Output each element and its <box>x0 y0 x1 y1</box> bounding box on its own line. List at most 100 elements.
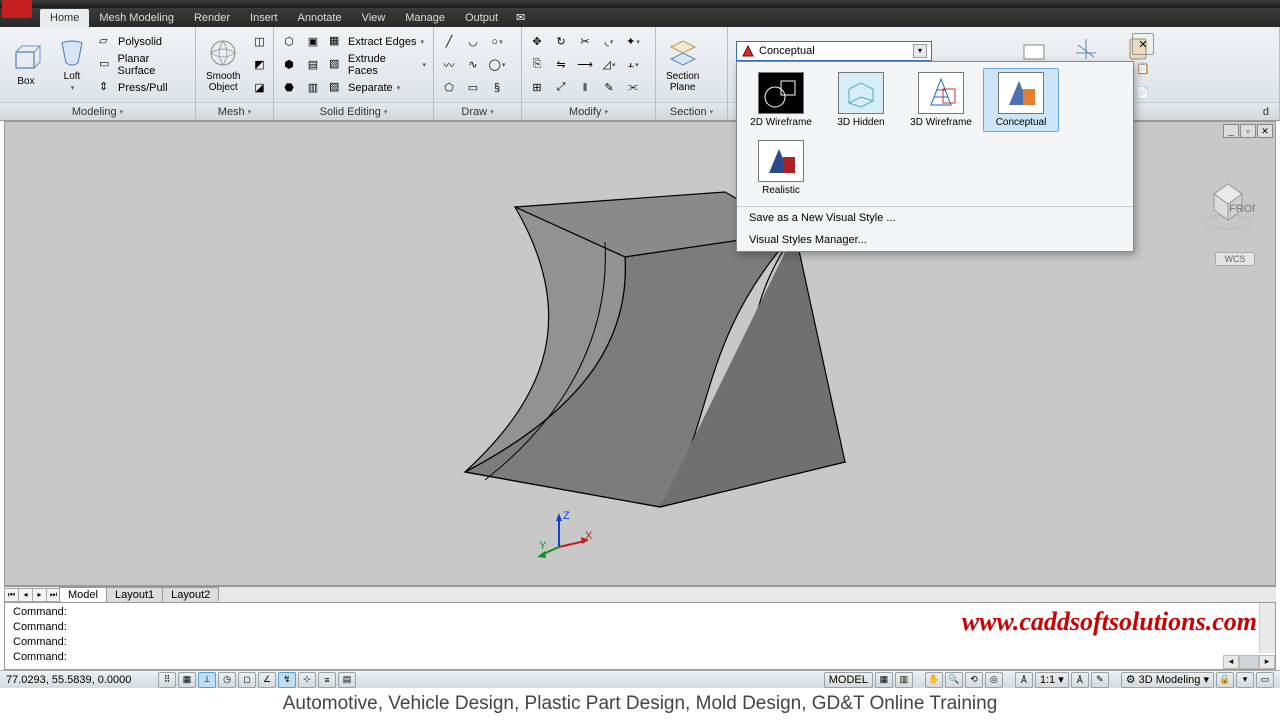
ortho-button[interactable]: ⟂ <box>198 672 216 688</box>
close-panel-button[interactable]: ✕ <box>1132 33 1154 55</box>
move-button[interactable]: ✥ <box>526 31 548 53</box>
separate-button[interactable]: ▨Separate▾ <box>326 77 429 99</box>
section-plane-button[interactable]: Section Plane <box>660 35 705 95</box>
menu-manage[interactable]: Manage <box>395 9 455 27</box>
lock-ui-button[interactable]: 🔒 <box>1216 672 1234 688</box>
menu-output[interactable]: Output <box>455 9 508 27</box>
vs-manager[interactable]: Visual Styles Manager... <box>737 229 1133 251</box>
polysolid-button[interactable]: ▱Polysolid <box>96 31 191 53</box>
vs-realistic[interactable]: Realistic <box>743 136 819 200</box>
workspace-switch[interactable]: ⚙ 3D Modeling ▾ <box>1121 672 1214 688</box>
tab-next-button[interactable]: ▸ <box>32 588 47 602</box>
spline-button[interactable]: ∿ <box>462 54 484 76</box>
orbit-button[interactable]: ⟲ <box>965 672 983 688</box>
explode-button[interactable]: ✦▾ <box>622 31 644 53</box>
tab-layout1[interactable]: Layout1 <box>106 587 163 602</box>
ducs-button[interactable]: ↯ <box>278 672 296 688</box>
zoom-button[interactable]: 🔍 <box>945 672 963 688</box>
chamfer-button[interactable]: ◿▾ <box>598 54 620 76</box>
vs-2d-wireframe[interactable]: 2D Wireframe <box>743 68 819 132</box>
tab-prev-button[interactable]: ◂ <box>18 588 33 602</box>
pan-button[interactable]: ✋ <box>925 672 943 688</box>
qp-button[interactable]: ▤ <box>338 672 356 688</box>
cmd-hscroll-left[interactable]: ◂ <box>1223 655 1239 669</box>
quickview-button[interactable]: ▥ <box>895 672 913 688</box>
cmd-hscroll-thumb[interactable] <box>1239 655 1259 669</box>
mesh-tool-2[interactable]: ◩ <box>248 54 270 76</box>
tab-layout2[interactable]: Layout2 <box>162 587 219 602</box>
mesh-tool-1[interactable]: ◫ <box>248 31 270 53</box>
annovis-button[interactable]: Å <box>1071 672 1089 688</box>
wcs-badge[interactable]: WCS <box>1215 252 1255 266</box>
scale-button[interactable]: ⤢ <box>550 77 572 99</box>
grid-button[interactable]: ▦ <box>178 672 196 688</box>
vs-save-new[interactable]: Save as a New Visual Style ... <box>737 207 1133 229</box>
toolbar-menu-button[interactable]: ▾ <box>1236 672 1254 688</box>
fillet-button[interactable]: ◟▾ <box>598 31 620 53</box>
copy-clip-button[interactable]: 📄 <box>1132 81 1154 103</box>
app-logo-icon[interactable] <box>2 0 32 18</box>
solid-tool-a[interactable]: ▣ <box>302 31 324 53</box>
viewcube[interactable]: FRONT <box>1201 170 1255 224</box>
extrude-faces-button[interactable]: ▧Extrude Faces▾ <box>326 54 429 76</box>
planar-surface-button[interactable]: ▭Planar Surface <box>96 54 191 76</box>
vs-3d-hidden[interactable]: 3D Hidden <box>823 68 899 132</box>
rotate-button[interactable]: ↻ <box>550 31 572 53</box>
dyn-button[interactable]: ⊹ <box>298 672 316 688</box>
mail-icon[interactable]: ✉ <box>516 11 525 24</box>
join-button[interactable]: ⫘ <box>622 77 644 99</box>
polar-button[interactable]: ◷ <box>218 672 236 688</box>
loft-button[interactable]: Loft▾ <box>50 35 94 94</box>
viewport-min-button[interactable]: _ <box>1223 124 1239 138</box>
tab-model[interactable]: Model <box>59 587 107 602</box>
menu-view[interactable]: View <box>352 9 396 27</box>
rect-button[interactable]: ▭ <box>462 77 484 99</box>
mesh-tool-3[interactable]: ◪ <box>248 77 270 99</box>
viewport-max-button[interactable]: ▫ <box>1240 124 1256 138</box>
extract-edges-button[interactable]: ▦Extract Edges▾ <box>326 31 429 53</box>
annotation-scale[interactable]: 1:1 ▾ <box>1035 672 1069 688</box>
union-button[interactable]: ⬡ <box>278 31 300 53</box>
vs-3d-wireframe[interactable]: 3D Wireframe <box>903 68 979 132</box>
solid-tool-b[interactable]: ▤ <box>302 54 324 76</box>
menu-home[interactable]: Home <box>40 9 89 27</box>
otrack-button[interactable]: ∠ <box>258 672 276 688</box>
align-button[interactable]: ⫠▾ <box>622 54 644 76</box>
osnap-button[interactable]: ◻ <box>238 672 256 688</box>
annoscale-icon-button[interactable]: Å <box>1015 672 1033 688</box>
subtract-button[interactable]: ⬢ <box>278 54 300 76</box>
annoauto-button[interactable]: ✎ <box>1091 672 1109 688</box>
polygon-button[interactable]: ⬠ <box>438 77 460 99</box>
clean-screen-button[interactable]: ▭ <box>1256 672 1274 688</box>
tab-first-button[interactable]: ⏮ <box>4 588 19 602</box>
helix-button[interactable]: § <box>486 77 508 99</box>
layout-grid-button[interactable]: ▦ <box>875 672 893 688</box>
extend-button[interactable]: ⟶ <box>574 54 596 76</box>
mirror-button[interactable]: ⇋ <box>550 54 572 76</box>
line-button[interactable]: ╱ <box>438 31 460 53</box>
cmd-vscroll[interactable] <box>1259 603 1275 653</box>
polyline-button[interactable]: 〰 <box>438 54 460 76</box>
steering-button[interactable]: ◎ <box>985 672 1003 688</box>
arc-button[interactable]: ◡ <box>462 31 484 53</box>
paste-button[interactable]: 📋 <box>1132 57 1154 79</box>
menu-annotate[interactable]: Annotate <box>288 9 352 27</box>
trim-button[interactable]: ✂ <box>574 31 596 53</box>
offset-button[interactable]: ‖ <box>574 77 596 99</box>
menu-mesh-modeling[interactable]: Mesh Modeling <box>89 9 184 27</box>
menu-render[interactable]: Render <box>184 9 240 27</box>
copy-button[interactable]: ⎘ <box>526 54 548 76</box>
presspull-button[interactable]: ⇕Press/Pull <box>96 77 191 99</box>
viewport-close-button[interactable]: ✕ <box>1257 124 1273 138</box>
space-toggle[interactable]: MODEL <box>824 672 873 688</box>
snap-grid-dots-button[interactable]: ⠿ <box>158 672 176 688</box>
smooth-object-button[interactable]: Smooth Object <box>200 35 246 95</box>
cmd-hscroll-right[interactable]: ▸ <box>1259 655 1275 669</box>
command-window[interactable]: Command: Command: Command: Command: www.… <box>4 602 1276 670</box>
menu-insert[interactable]: Insert <box>240 9 288 27</box>
circle-button[interactable]: ○▾ <box>486 31 508 53</box>
box-button[interactable]: Box <box>4 40 48 89</box>
visual-style-combo[interactable]: Conceptual ▾ <box>736 41 932 61</box>
vs-conceptual[interactable]: Conceptual <box>983 68 1059 132</box>
ellipse-button[interactable]: ◯▾ <box>486 54 508 76</box>
